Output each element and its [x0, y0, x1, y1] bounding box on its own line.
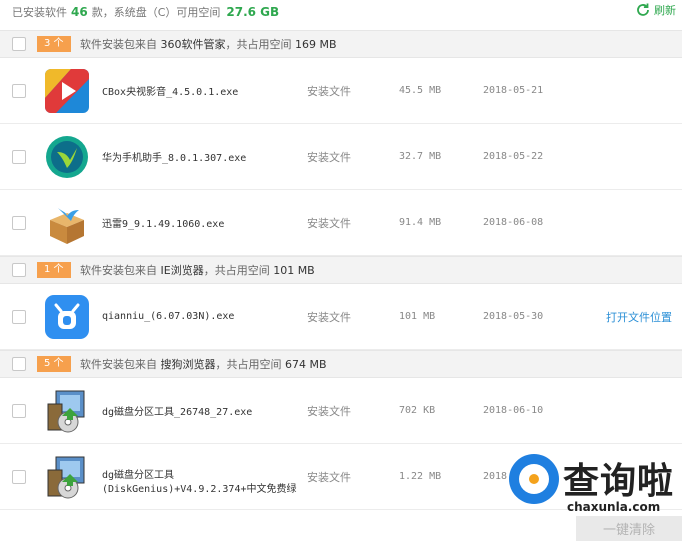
- item-checkbox[interactable]: [12, 150, 26, 164]
- summary-mid: 款，系统盘（C）可用空间: [91, 6, 221, 19]
- summary-prefix: 已安装软件: [12, 6, 67, 19]
- refresh-button[interactable]: 刷新: [635, 2, 676, 18]
- group-description: 软件安装包来自 360软件管家，共占用空间 169 MB: [80, 38, 337, 51]
- file-type: 安装文件: [307, 216, 351, 230]
- group-header-360: 3 个 软件安装包来自 360软件管家，共占用空间 169 MB: [0, 30, 682, 58]
- installer-disc-icon: [47, 456, 85, 499]
- count-badge: 3 个: [37, 36, 71, 52]
- file-type: 安装文件: [307, 470, 351, 484]
- cbox-app-icon: [45, 69, 89, 113]
- chaxunla-watermark-logo: 查询啦 chaxunla.com: [507, 450, 682, 520]
- file-size: 702 KB: [399, 405, 436, 416]
- item-checkbox[interactable]: [12, 310, 26, 324]
- group-checkbox[interactable]: [12, 357, 26, 371]
- summary-bar: 已安装软件 46 款，系统盘（C）可用空间 27.6 GB: [0, 0, 682, 24]
- group-source: 搜狗浏览器: [160, 358, 216, 371]
- file-type: 安装文件: [307, 150, 351, 164]
- xunlei-box-icon: [50, 208, 84, 244]
- file-name: qianniu_(6.07.03N).exe: [102, 311, 235, 322]
- group-size: 169 MB: [295, 38, 337, 51]
- file-name: 迅雷9_9.1.49.1060.exe: [102, 219, 225, 230]
- item-checkbox[interactable]: [12, 216, 26, 230]
- one-click-clean-button[interactable]: 一键清除: [576, 516, 682, 541]
- list-item: CBox央视影音_4.5.0.1.exe 安装文件 45.5 MB 2018-0…: [0, 58, 682, 124]
- count-badge: 5 个: [37, 356, 71, 372]
- item-checkbox[interactable]: [12, 404, 26, 418]
- group-header-sogou: 5 个 软件安装包来自 搜狗浏览器，共占用空间 674 MB: [0, 350, 682, 378]
- watermark-text: 查询啦: [563, 461, 675, 502]
- group-description: 软件安装包来自 搜狗浏览器，共占用空间 674 MB: [80, 358, 327, 371]
- file-date: 2018-05-21: [483, 85, 544, 96]
- list-item: dg磁盘分区工具_26748_27.exe 安装文件 702 KB 2018-0…: [0, 378, 682, 444]
- file-name: 华为手机助手_8.0.1.307.exe: [102, 153, 247, 164]
- file-name: dg磁盘分区工具: [102, 470, 175, 481]
- package-list: 3 个 软件安装包来自 360软件管家，共占用空间 169 MB CBox央视影…: [0, 30, 682, 510]
- file-date: 2018-06-10: [483, 405, 544, 416]
- qianniu-icon: [45, 295, 89, 339]
- file-type: 安装文件: [307, 84, 351, 98]
- item-checkbox[interactable]: [12, 470, 26, 484]
- free-space: 27.6 GB: [226, 5, 280, 19]
- file-name: dg磁盘分区工具_26748_27.exe: [102, 407, 253, 418]
- group-size: 101 MB: [273, 264, 315, 277]
- file-date: 2018-05-30: [483, 311, 544, 322]
- file-size: 101 MB: [399, 311, 436, 322]
- open-file-location-link[interactable]: 打开文件位置: [606, 309, 672, 325]
- refresh-label: 刷新: [654, 4, 676, 17]
- file-date: 2018-06-08: [483, 217, 544, 228]
- group-size: 674 MB: [285, 358, 327, 371]
- list-item: qianniu_(6.07.03N).exe 安装文件 101 MB 2018-…: [0, 284, 682, 350]
- file-size: 32.7 MB: [399, 151, 442, 162]
- list-item: 迅雷9_9.1.49.1060.exe 安装文件 91.4 MB 2018-06…: [0, 190, 682, 256]
- file-size: 91.4 MB: [399, 217, 442, 228]
- file-date: 2018: [483, 471, 508, 482]
- installer-disc-icon: [47, 390, 85, 433]
- file-name: CBox央视影音_4.5.0.1.exe: [102, 87, 239, 98]
- huawei-assistant-icon: [46, 136, 88, 178]
- group-source: IE浏览器: [160, 264, 204, 277]
- file-type: 安装文件: [307, 310, 351, 324]
- item-checkbox[interactable]: [12, 84, 26, 98]
- refresh-icon: [637, 3, 649, 16]
- list-item: 华为手机助手_8.0.1.307.exe 安装文件 32.7 MB 2018-0…: [0, 124, 682, 190]
- group-source: 360软件管家: [160, 38, 226, 51]
- file-type: 安装文件: [307, 404, 351, 418]
- file-size: 45.5 MB: [399, 85, 442, 96]
- group-description: 软件安装包来自 IE浏览器，共占用空间 101 MB: [80, 264, 315, 277]
- group-checkbox[interactable]: [12, 263, 26, 277]
- group-header-ie: 1 个 软件安装包来自 IE浏览器，共占用空间 101 MB: [0, 256, 682, 284]
- file-size: 1.22 MB: [399, 471, 442, 482]
- file-date: 2018-05-22: [483, 151, 544, 162]
- group-checkbox[interactable]: [12, 37, 26, 51]
- count-badge: 1 个: [37, 262, 71, 278]
- installed-count: 46: [71, 5, 88, 19]
- file-name-continued: (DiskGenius)+V4.9.2.374+中文免费绿: [102, 484, 297, 495]
- watermark-sub: chaxunla.com: [567, 500, 661, 514]
